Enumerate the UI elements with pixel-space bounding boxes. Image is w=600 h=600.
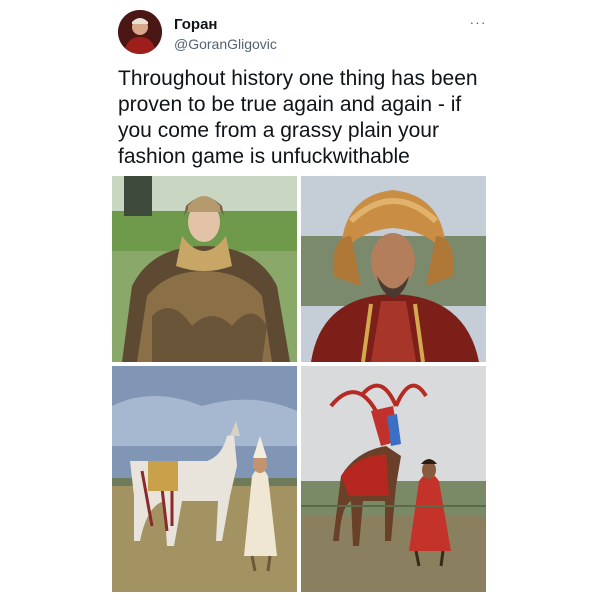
user-avatar-icon [118, 10, 162, 54]
photo-woman-white-horse[interactable] [112, 366, 297, 592]
photo-woman-white-horse-icon [112, 366, 297, 592]
tweet-header: Горан @GoranGligovic ··· [118, 10, 490, 56]
photo-woman-red-horse-icon [301, 366, 486, 592]
photo-woman-red-horse[interactable] [301, 366, 486, 592]
photo-man-fur-hat[interactable] [301, 176, 486, 362]
author-handle[interactable]: @GoranGligovic [174, 36, 277, 52]
avatar[interactable] [118, 10, 162, 54]
tweet-text: Throughout history one thing has been pr… [118, 67, 478, 168]
more-dots-icon[interactable]: ··· [466, 14, 490, 30]
tweet-card: Горан @GoranGligovic ··· Throughout hist… [0, 0, 600, 600]
media-grid [112, 176, 486, 592]
photo-man-fur-hat-icon [301, 176, 486, 362]
author-display-name[interactable]: Горан [174, 16, 217, 33]
photo-woman-fur-cloak-icon [112, 176, 297, 362]
photo-woman-fur-cloak[interactable] [112, 176, 297, 362]
